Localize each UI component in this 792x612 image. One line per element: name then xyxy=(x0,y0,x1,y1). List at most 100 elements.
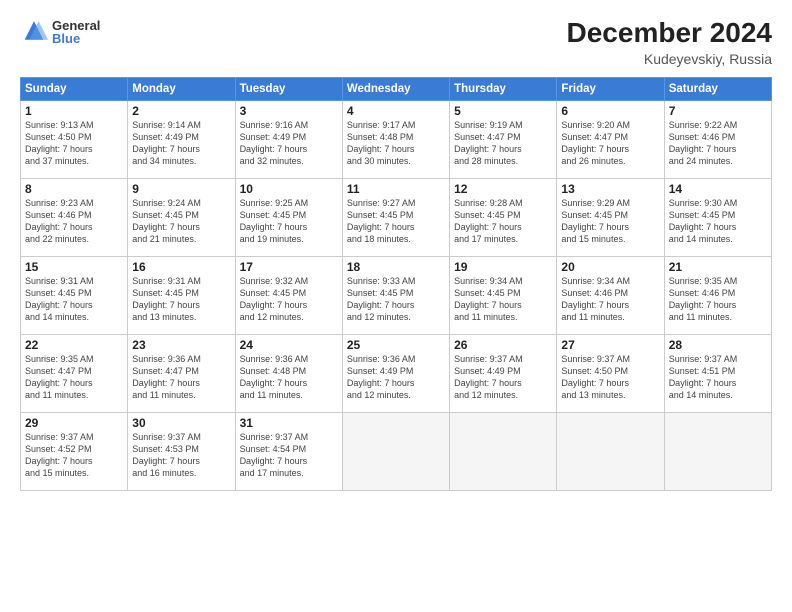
calendar-cell: 23Sunrise: 9:36 AM Sunset: 4:47 PM Dayli… xyxy=(128,334,235,412)
day-number: 22 xyxy=(25,338,123,352)
day-number: 30 xyxy=(132,416,230,430)
day-info: Sunrise: 9:16 AM Sunset: 4:49 PM Dayligh… xyxy=(240,119,338,168)
calendar-table: SundayMondayTuesdayWednesdayThursdayFrid… xyxy=(20,77,772,491)
subtitle: Kudeyevskiy, Russia xyxy=(567,51,772,67)
title-block: December 2024 Kudeyevskiy, Russia xyxy=(567,18,772,67)
day-number: 14 xyxy=(669,182,767,196)
day-info: Sunrise: 9:37 AM Sunset: 4:49 PM Dayligh… xyxy=(454,353,552,402)
week-row-5: 29Sunrise: 9:37 AM Sunset: 4:52 PM Dayli… xyxy=(21,412,772,490)
day-info: Sunrise: 9:37 AM Sunset: 4:53 PM Dayligh… xyxy=(132,431,230,480)
day-number: 1 xyxy=(25,104,123,118)
calendar-cell xyxy=(342,412,449,490)
day-info: Sunrise: 9:30 AM Sunset: 4:45 PM Dayligh… xyxy=(669,197,767,246)
calendar-cell: 21Sunrise: 9:35 AM Sunset: 4:46 PM Dayli… xyxy=(664,256,771,334)
day-info: Sunrise: 9:35 AM Sunset: 4:46 PM Dayligh… xyxy=(669,275,767,324)
calendar-cell: 11Sunrise: 9:27 AM Sunset: 4:45 PM Dayli… xyxy=(342,178,449,256)
header-row: SundayMondayTuesdayWednesdayThursdayFrid… xyxy=(21,77,772,100)
calendar-cell: 26Sunrise: 9:37 AM Sunset: 4:49 PM Dayli… xyxy=(450,334,557,412)
day-number: 4 xyxy=(347,104,445,118)
logo-blue: Blue xyxy=(52,32,100,45)
calendar-cell: 16Sunrise: 9:31 AM Sunset: 4:45 PM Dayli… xyxy=(128,256,235,334)
calendar-cell: 8Sunrise: 9:23 AM Sunset: 4:46 PM Daylig… xyxy=(21,178,128,256)
calendar-cell: 29Sunrise: 9:37 AM Sunset: 4:52 PM Dayli… xyxy=(21,412,128,490)
day-number: 20 xyxy=(561,260,659,274)
day-info: Sunrise: 9:19 AM Sunset: 4:47 PM Dayligh… xyxy=(454,119,552,168)
calendar-cell: 15Sunrise: 9:31 AM Sunset: 4:45 PM Dayli… xyxy=(21,256,128,334)
day-number: 18 xyxy=(347,260,445,274)
calendar-cell: 2Sunrise: 9:14 AM Sunset: 4:49 PM Daylig… xyxy=(128,100,235,178)
day-number: 16 xyxy=(132,260,230,274)
day-number: 10 xyxy=(240,182,338,196)
header-cell-saturday: Saturday xyxy=(664,77,771,100)
calendar-cell: 22Sunrise: 9:35 AM Sunset: 4:47 PM Dayli… xyxy=(21,334,128,412)
calendar-cell: 14Sunrise: 9:30 AM Sunset: 4:45 PM Dayli… xyxy=(664,178,771,256)
day-number: 11 xyxy=(347,182,445,196)
day-info: Sunrise: 9:27 AM Sunset: 4:45 PM Dayligh… xyxy=(347,197,445,246)
day-number: 8 xyxy=(25,182,123,196)
calendar-body: 1Sunrise: 9:13 AM Sunset: 4:50 PM Daylig… xyxy=(21,100,772,490)
calendar-cell: 10Sunrise: 9:25 AM Sunset: 4:45 PM Dayli… xyxy=(235,178,342,256)
day-info: Sunrise: 9:29 AM Sunset: 4:45 PM Dayligh… xyxy=(561,197,659,246)
day-number: 25 xyxy=(347,338,445,352)
header: General Blue December 2024 Kudeyevskiy, … xyxy=(20,18,772,67)
main-title: December 2024 xyxy=(567,18,772,49)
day-number: 28 xyxy=(669,338,767,352)
header-cell-tuesday: Tuesday xyxy=(235,77,342,100)
day-number: 24 xyxy=(240,338,338,352)
day-info: Sunrise: 9:36 AM Sunset: 4:48 PM Dayligh… xyxy=(240,353,338,402)
day-number: 15 xyxy=(25,260,123,274)
calendar-cell: 31Sunrise: 9:37 AM Sunset: 4:54 PM Dayli… xyxy=(235,412,342,490)
day-number: 13 xyxy=(561,182,659,196)
calendar-cell: 5Sunrise: 9:19 AM Sunset: 4:47 PM Daylig… xyxy=(450,100,557,178)
day-number: 3 xyxy=(240,104,338,118)
day-info: Sunrise: 9:23 AM Sunset: 4:46 PM Dayligh… xyxy=(25,197,123,246)
day-info: Sunrise: 9:13 AM Sunset: 4:50 PM Dayligh… xyxy=(25,119,123,168)
day-number: 7 xyxy=(669,104,767,118)
logo: General Blue xyxy=(20,18,100,46)
calendar-cell: 24Sunrise: 9:36 AM Sunset: 4:48 PM Dayli… xyxy=(235,334,342,412)
day-number: 23 xyxy=(132,338,230,352)
day-info: Sunrise: 9:36 AM Sunset: 4:47 PM Dayligh… xyxy=(132,353,230,402)
day-info: Sunrise: 9:37 AM Sunset: 4:51 PM Dayligh… xyxy=(669,353,767,402)
day-info: Sunrise: 9:31 AM Sunset: 4:45 PM Dayligh… xyxy=(132,275,230,324)
day-number: 26 xyxy=(454,338,552,352)
header-cell-friday: Friday xyxy=(557,77,664,100)
day-info: Sunrise: 9:17 AM Sunset: 4:48 PM Dayligh… xyxy=(347,119,445,168)
day-number: 12 xyxy=(454,182,552,196)
calendar-cell: 1Sunrise: 9:13 AM Sunset: 4:50 PM Daylig… xyxy=(21,100,128,178)
day-info: Sunrise: 9:22 AM Sunset: 4:46 PM Dayligh… xyxy=(669,119,767,168)
day-info: Sunrise: 9:14 AM Sunset: 4:49 PM Dayligh… xyxy=(132,119,230,168)
header-cell-thursday: Thursday xyxy=(450,77,557,100)
day-info: Sunrise: 9:32 AM Sunset: 4:45 PM Dayligh… xyxy=(240,275,338,324)
day-info: Sunrise: 9:35 AM Sunset: 4:47 PM Dayligh… xyxy=(25,353,123,402)
header-cell-wednesday: Wednesday xyxy=(342,77,449,100)
calendar-cell: 30Sunrise: 9:37 AM Sunset: 4:53 PM Dayli… xyxy=(128,412,235,490)
calendar-cell: 18Sunrise: 9:33 AM Sunset: 4:45 PM Dayli… xyxy=(342,256,449,334)
day-info: Sunrise: 9:34 AM Sunset: 4:46 PM Dayligh… xyxy=(561,275,659,324)
day-number: 29 xyxy=(25,416,123,430)
calendar-cell: 4Sunrise: 9:17 AM Sunset: 4:48 PM Daylig… xyxy=(342,100,449,178)
day-info: Sunrise: 9:33 AM Sunset: 4:45 PM Dayligh… xyxy=(347,275,445,324)
day-number: 2 xyxy=(132,104,230,118)
header-cell-monday: Monday xyxy=(128,77,235,100)
day-number: 5 xyxy=(454,104,552,118)
day-info: Sunrise: 9:37 AM Sunset: 4:52 PM Dayligh… xyxy=(25,431,123,480)
calendar-cell: 25Sunrise: 9:36 AM Sunset: 4:49 PM Dayli… xyxy=(342,334,449,412)
day-info: Sunrise: 9:37 AM Sunset: 4:54 PM Dayligh… xyxy=(240,431,338,480)
calendar-cell: 12Sunrise: 9:28 AM Sunset: 4:45 PM Dayli… xyxy=(450,178,557,256)
day-number: 17 xyxy=(240,260,338,274)
day-info: Sunrise: 9:36 AM Sunset: 4:49 PM Dayligh… xyxy=(347,353,445,402)
day-info: Sunrise: 9:24 AM Sunset: 4:45 PM Dayligh… xyxy=(132,197,230,246)
day-number: 9 xyxy=(132,182,230,196)
day-info: Sunrise: 9:25 AM Sunset: 4:45 PM Dayligh… xyxy=(240,197,338,246)
day-number: 27 xyxy=(561,338,659,352)
header-cell-sunday: Sunday xyxy=(21,77,128,100)
week-row-4: 22Sunrise: 9:35 AM Sunset: 4:47 PM Dayli… xyxy=(21,334,772,412)
calendar-header: SundayMondayTuesdayWednesdayThursdayFrid… xyxy=(21,77,772,100)
calendar-cell xyxy=(450,412,557,490)
calendar-cell: 19Sunrise: 9:34 AM Sunset: 4:45 PM Dayli… xyxy=(450,256,557,334)
day-info: Sunrise: 9:34 AM Sunset: 4:45 PM Dayligh… xyxy=(454,275,552,324)
day-info: Sunrise: 9:20 AM Sunset: 4:47 PM Dayligh… xyxy=(561,119,659,168)
logo-icon xyxy=(20,18,48,46)
day-info: Sunrise: 9:31 AM Sunset: 4:45 PM Dayligh… xyxy=(25,275,123,324)
